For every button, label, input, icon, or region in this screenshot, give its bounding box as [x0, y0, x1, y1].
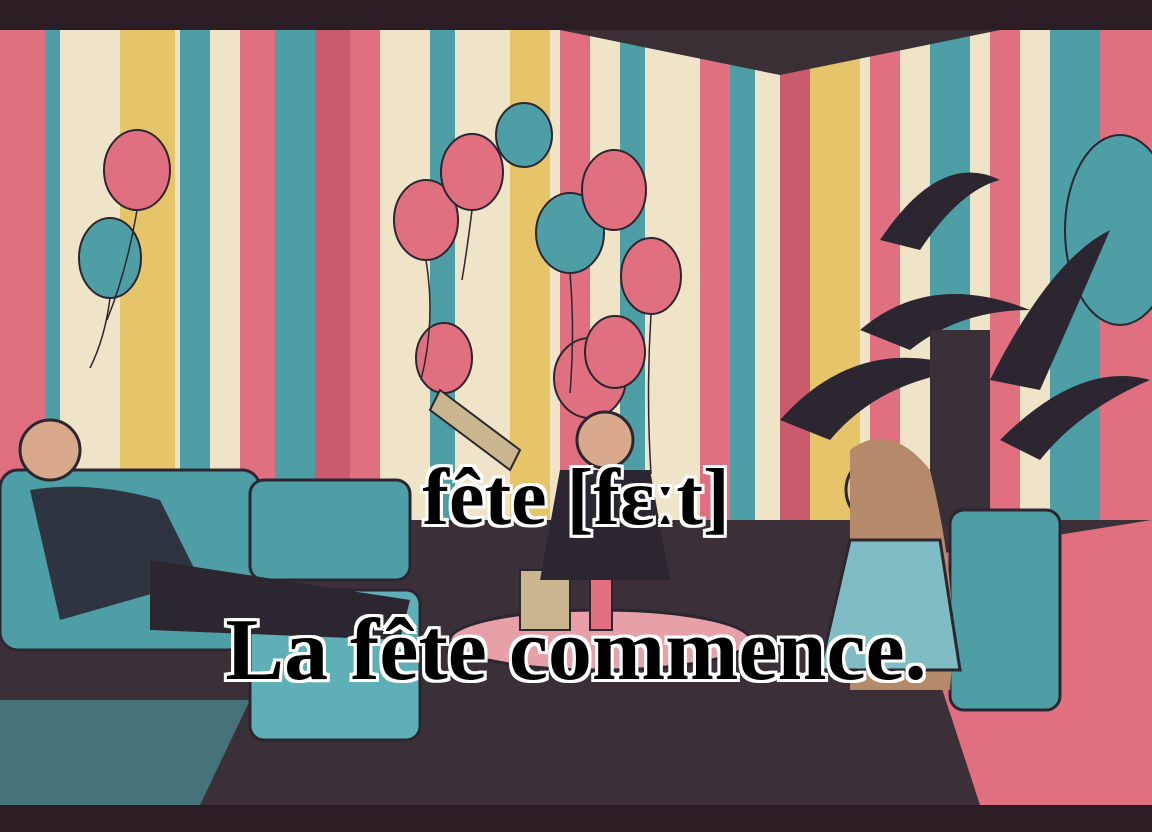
- party-illustration: [0, 0, 1152, 832]
- image-frame: fête [fɛːt] La fête commence.: [0, 0, 1152, 832]
- vocabulary-word: fête [fɛːt]: [422, 454, 730, 542]
- example-sentence: La fête commence.: [225, 602, 927, 699]
